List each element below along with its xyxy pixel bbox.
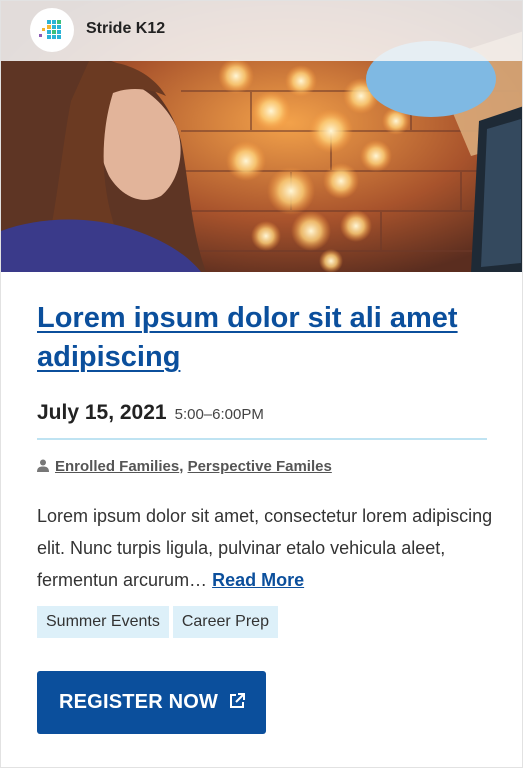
brand-header: Stride K12 — [1, 1, 522, 61]
audience-link-perspective-families[interactable]: Perspective Familes — [188, 458, 332, 475]
register-button-label: REGISTER NOW — [59, 691, 219, 713]
register-now-button[interactable]: REGISTER NOW — [37, 671, 266, 734]
divider — [37, 438, 487, 440]
read-more-link[interactable]: Read More — [212, 570, 304, 590]
external-link-icon — [229, 693, 245, 714]
audience-separator: , — [179, 458, 184, 475]
event-description: Lorem ipsum dolor sit amet, consectetur … — [37, 500, 497, 596]
event-card: Stride K12 Lorem ipsum dolor sit ali ame… — [0, 0, 523, 768]
event-date: July 15, 2021 — [37, 401, 167, 424]
tag-list: Summer Events Career Prep — [37, 606, 489, 638]
person-icon — [37, 459, 49, 476]
tag-career-prep[interactable]: Career Prep — [172, 606, 278, 638]
event-time: 5:00–6:00PM — [174, 406, 264, 423]
stride-logo-icon[interactable] — [30, 8, 74, 52]
brand-name: Stride K12 — [86, 20, 166, 37]
event-content: Lorem ipsum dolor sit ali amet adipiscin… — [37, 299, 492, 638]
event-title-link[interactable]: Lorem ipsum dolor sit ali amet adipiscin… — [37, 299, 489, 377]
audience-link-enrolled-families[interactable]: Enrolled Families — [55, 458, 179, 475]
event-datetime: July 15, 2021 5:00–6:00PM — [37, 401, 489, 429]
audience-row: Enrolled Families, Perspective Familes — [37, 458, 489, 478]
tag-summer-events[interactable]: Summer Events — [37, 606, 169, 638]
